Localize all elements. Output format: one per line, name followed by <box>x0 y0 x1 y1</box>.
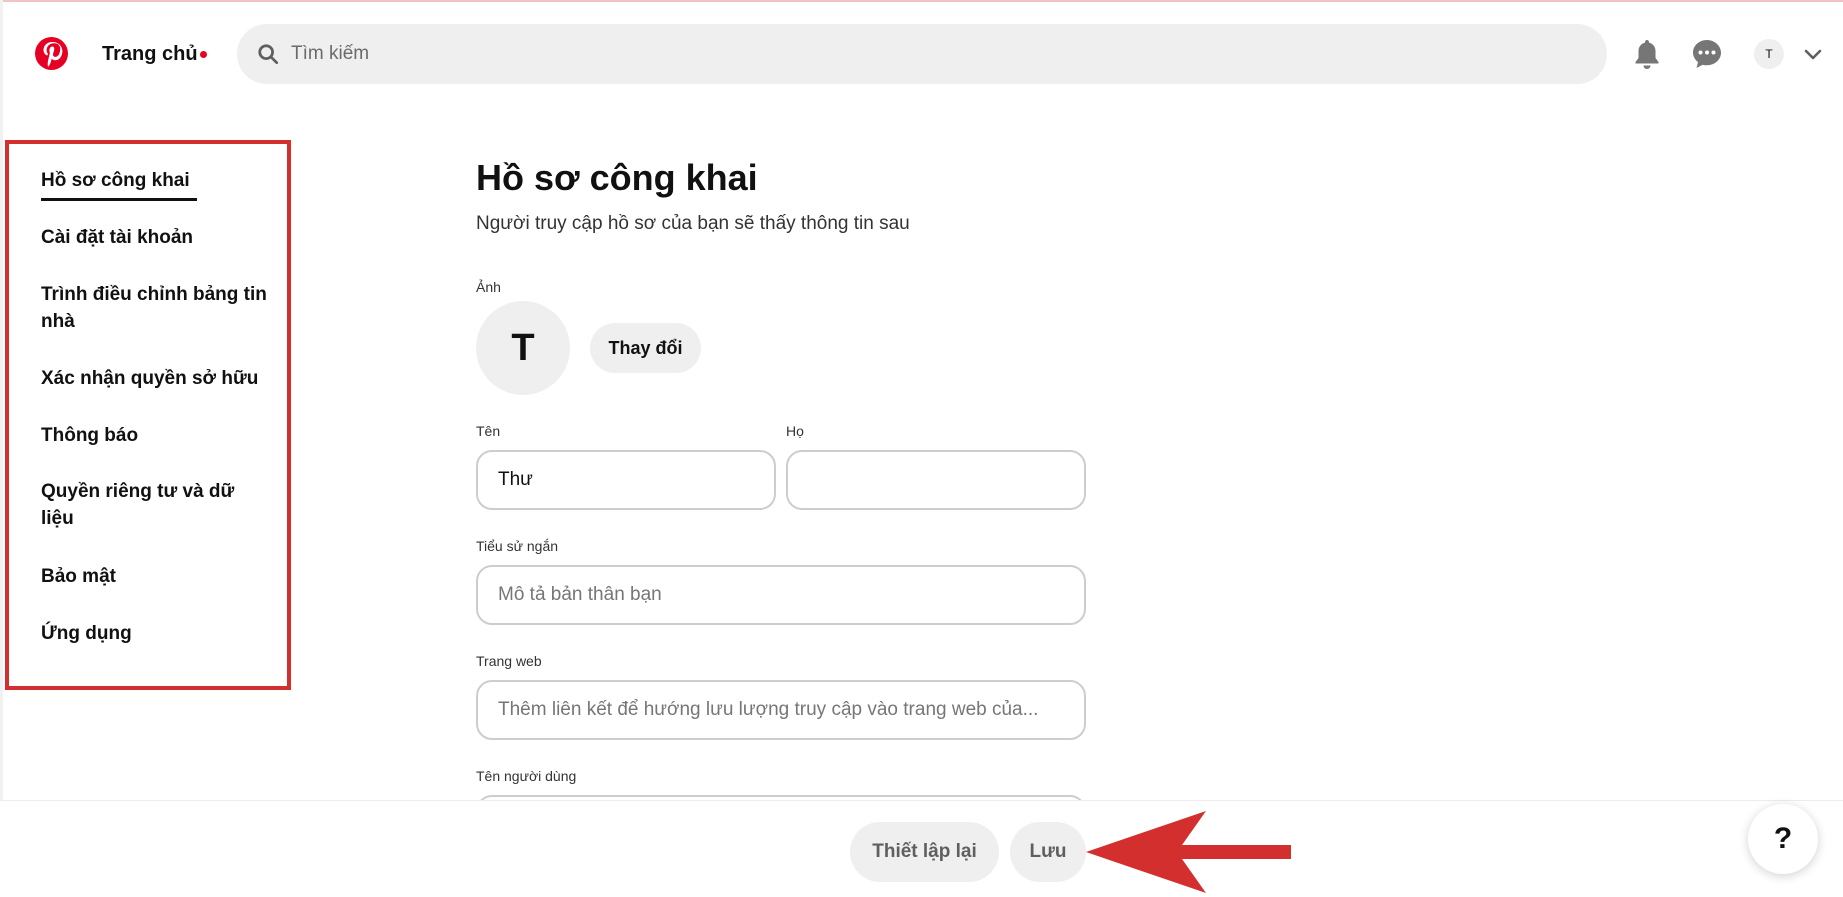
search-bar[interactable] <box>237 24 1607 84</box>
first-name-label: Tên <box>476 423 501 439</box>
sidebar-item-privacy-data[interactable]: Quyền riêng tư và dữ liệu <box>41 478 271 532</box>
left-edge <box>0 0 3 897</box>
website-label: Trang web <box>476 653 542 669</box>
photo-label: Ảnh <box>476 279 501 295</box>
username-label: Tên người dùng <box>476 768 577 784</box>
sidebar-item-claim[interactable]: Xác nhận quyền sở hữu <box>41 365 271 392</box>
last-name-input[interactable] <box>786 450 1086 510</box>
action-bar: Thiết lập lại Lưu ? <box>0 800 1843 897</box>
header: Trang chủ T <box>0 2 1843 102</box>
bio-input[interactable] <box>476 565 1086 625</box>
chevron-down-icon[interactable] <box>1802 43 1824 65</box>
sidebar-item-public-profile[interactable]: Hồ sơ công khai <box>41 167 271 201</box>
nav-home-link[interactable]: Trang chủ <box>102 43 198 66</box>
settings-sidebar: Hồ sơ công khai Cài đặt tài khoản Trình … <box>5 140 291 690</box>
last-name-label: Họ <box>786 423 804 439</box>
bell-icon[interactable] <box>1631 38 1663 70</box>
pinterest-logo-icon[interactable] <box>35 37 68 70</box>
website-input[interactable] <box>476 680 1086 740</box>
help-button[interactable]: ? <box>1748 804 1818 874</box>
page-subtitle: Người truy cập hồ sơ của bạn sẽ thấy thô… <box>476 213 910 234</box>
search-input[interactable] <box>291 43 1491 65</box>
chat-icon[interactable] <box>1691 38 1723 70</box>
search-icon <box>258 44 279 65</box>
reset-button[interactable]: Thiết lập lại <box>850 822 999 882</box>
red-arrow-annotation <box>1086 811 1291 893</box>
change-photo-button[interactable]: Thay đổi <box>590 323 701 373</box>
notification-dot <box>200 51 207 58</box>
avatar[interactable]: T <box>1754 39 1784 69</box>
sidebar-item-account-settings[interactable]: Cài đặt tài khoản <box>41 224 271 251</box>
profile-avatar: T <box>476 301 570 395</box>
first-name-input[interactable] <box>476 450 776 510</box>
sidebar-item-apps[interactable]: Ứng dụng <box>41 620 271 647</box>
sidebar-item-home-feed-tuner[interactable]: Trình điều chỉnh bảng tin nhà <box>41 281 271 335</box>
page-title: Hồ sơ công khai <box>476 157 758 198</box>
bio-label: Tiểu sử ngắn <box>476 538 559 554</box>
save-button[interactable]: Lưu <box>1010 822 1086 882</box>
sidebar-item-security[interactable]: Bảo mật <box>41 563 271 590</box>
sidebar-item-notifications[interactable]: Thông báo <box>41 422 271 449</box>
